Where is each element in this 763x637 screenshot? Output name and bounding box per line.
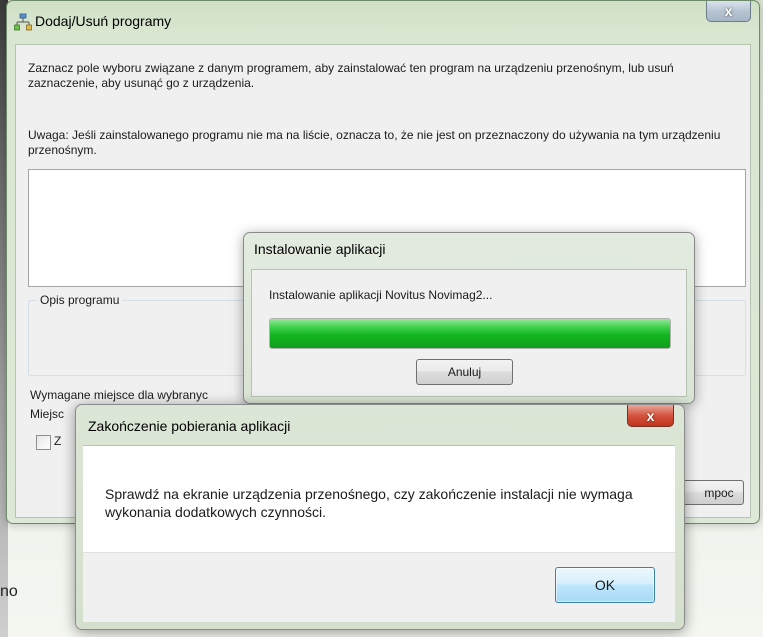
ok-button-label: OK [594, 577, 616, 593]
cancel-button[interactable]: Anuluj [416, 359, 513, 385]
download-complete-dialog: Zakończenie pobierania aplikacji x Spraw… [75, 404, 685, 630]
download-complete-body: Sprawdź na ekranie urządzenia przenośneg… [83, 445, 675, 553]
background-partial-text: no [0, 583, 18, 600]
download-complete-message: Sprawdź na ekranie urządzenia przenośneg… [105, 486, 633, 520]
installing-dialog-title: Instalowanie aplikacji [254, 241, 386, 257]
note-text: Uwaga: Jeśli zainstalowanego programu ni… [28, 128, 721, 157]
close-icon: x [724, 3, 733, 19]
download-complete-footer: OK [83, 552, 675, 622]
ok-button[interactable]: OK [555, 567, 655, 603]
download-complete-title: Zakończenie pobierania aplikacji [88, 418, 291, 434]
available-space-label: Miejsc [30, 407, 65, 421]
program-description-label: Opis programu [37, 293, 123, 307]
option-checkbox-label: Z [54, 434, 62, 448]
window-title: Dodaj/Usuń programy [35, 13, 172, 29]
programs-icon [14, 13, 32, 31]
dialog-close-button[interactable]: x [627, 405, 674, 427]
required-space-label: Wymagane miejsce dla wybranyc [30, 388, 208, 402]
install-progress-bar [269, 318, 671, 349]
install-status-text: Instalowanie aplikacji Novitus Novimag2.… [269, 288, 493, 302]
close-icon: x [646, 407, 655, 424]
installing-dialog: Instalowanie aplikacji Instalowanie apli… [243, 232, 695, 404]
instructions-text: Zaznacz pole wyboru związane z danym pro… [28, 61, 674, 90]
installing-dialog-client: Instalowanie aplikacji Novitus Novimag2.… [251, 269, 687, 397]
cancel-button-label: Anuluj [447, 365, 482, 379]
close-button[interactable]: x [706, 1, 751, 22]
option-checkbox[interactable] [36, 435, 51, 450]
install-progress-fill [270, 319, 670, 348]
